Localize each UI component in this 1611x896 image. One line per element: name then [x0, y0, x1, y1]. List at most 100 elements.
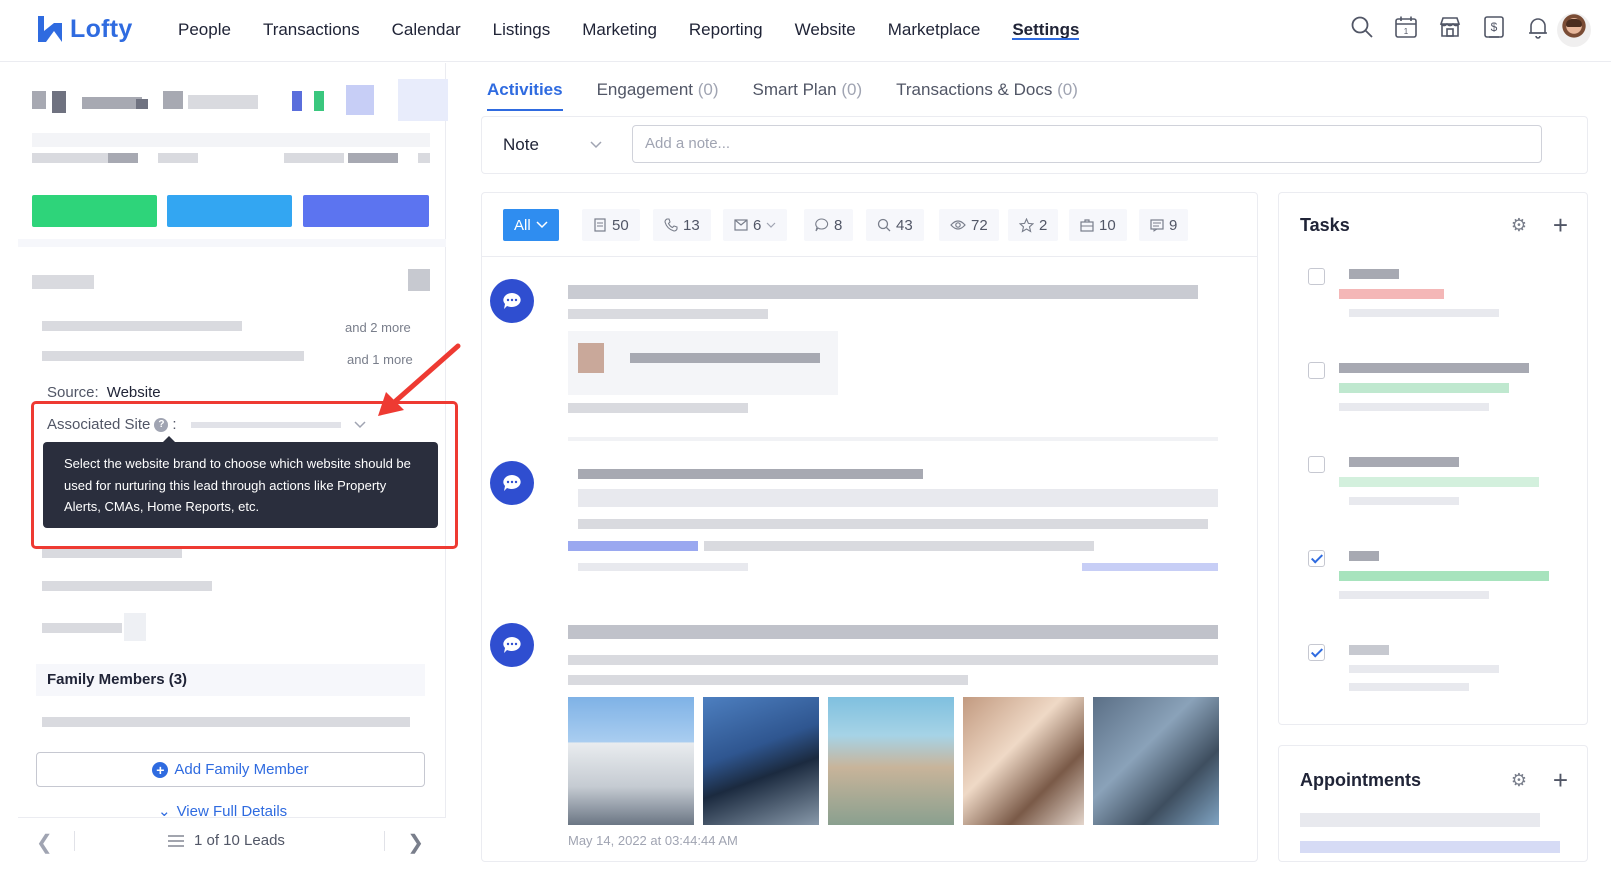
lead-pager-count[interactable]: 1 of 10 Leads	[168, 832, 285, 849]
chat-bubble-icon	[490, 623, 534, 667]
help-icon[interactable]: ?	[154, 417, 169, 432]
chevron-down-icon[interactable]	[353, 420, 367, 430]
message-icon	[1150, 218, 1164, 232]
nav-reporting[interactable]: Reporting	[673, 0, 779, 62]
redacted-text	[568, 655, 1218, 665]
redacted-text	[42, 623, 122, 633]
redacted-text	[1300, 813, 1540, 827]
nav-listings[interactable]: Listings	[477, 0, 567, 62]
redacted-icon[interactable]	[408, 269, 430, 291]
task-checkbox[interactable]	[1308, 362, 1325, 379]
listing-photo[interactable]	[1093, 697, 1219, 825]
redacted-text	[1349, 457, 1459, 467]
filter-searches[interactable]: 43	[866, 209, 924, 241]
listing-photo[interactable]	[963, 697, 1084, 825]
add-appointment-icon[interactable]: +	[1553, 767, 1568, 793]
redacted-text	[188, 95, 258, 109]
chevron-right-icon[interactable]: ❯	[407, 830, 424, 855]
filter-notes[interactable]: 50	[582, 209, 640, 241]
task-checkbox-checked[interactable]	[1308, 644, 1325, 661]
associated-site-sep: :	[172, 416, 177, 433]
redacted-icon	[292, 91, 302, 111]
eye-icon	[950, 220, 966, 230]
view-full-details-label: View Full Details	[176, 804, 288, 818]
filter-favorites[interactable]: 2	[1008, 209, 1059, 241]
nav-marketing[interactable]: Marketing	[566, 0, 673, 62]
lofty-logo[interactable]: Lofty	[36, 14, 133, 44]
redacted-text	[42, 717, 410, 727]
tab-smart-plan[interactable]: Smart Plan (0)	[736, 63, 880, 117]
note-type-select[interactable]: Note	[503, 135, 603, 155]
redacted-text	[42, 548, 182, 558]
nav-website[interactable]: Website	[779, 0, 872, 62]
redacted-text	[32, 91, 46, 109]
store-icon[interactable]	[1437, 14, 1463, 40]
more-link[interactable]: and 1 more	[347, 352, 413, 367]
gear-icon[interactable]: ⚙	[1511, 215, 1527, 236]
chat-bubble-icon	[490, 461, 534, 505]
listing-photo[interactable]	[703, 697, 819, 825]
tab-engagement[interactable]: Engagement (0)	[580, 63, 736, 117]
task-checkbox[interactable]	[1308, 456, 1325, 473]
gear-icon[interactable]: ⚙	[1511, 770, 1527, 791]
note-input[interactable]: Add a note...	[632, 125, 1542, 163]
redacted-link[interactable]	[1082, 563, 1218, 571]
activity-timestamp: May 14, 2022 at 03:44:44 AM	[568, 833, 738, 848]
redacted-text	[1349, 683, 1469, 691]
filter-transactions[interactable]: 10	[1069, 209, 1127, 241]
listing-photo[interactable]	[828, 697, 954, 825]
more-link[interactable]: and 2 more	[345, 320, 411, 335]
redacted-text	[568, 625, 1218, 639]
task-checkbox-checked[interactable]	[1308, 550, 1325, 567]
search-icon[interactable]	[1349, 14, 1375, 40]
listing-photo[interactable]	[568, 697, 694, 825]
nav-transactions[interactable]: Transactions	[247, 0, 376, 62]
tasks-title: Tasks	[1300, 215, 1350, 235]
redacted-text	[136, 99, 148, 109]
nav-people[interactable]: People	[162, 0, 247, 62]
redacted-text	[52, 91, 66, 113]
note-composer: Note Add a note...	[481, 116, 1588, 174]
star-icon	[1019, 217, 1034, 233]
filter-count: 50	[612, 216, 629, 234]
lead-tag[interactable]	[303, 195, 429, 227]
tab-transactions-docs[interactable]: Transactions & Docs (0)	[879, 63, 1095, 117]
lead-tag[interactable]	[167, 195, 292, 227]
dollar-icon[interactable]: $	[1481, 14, 1507, 40]
filter-messages[interactable]: 9	[1139, 209, 1189, 241]
chevron-left-icon[interactable]: ❮	[36, 830, 53, 855]
source-label: Source:	[47, 384, 99, 401]
redacted-link[interactable]	[568, 541, 698, 551]
add-task-icon[interactable]: +	[1553, 212, 1568, 238]
filter-count: 8	[834, 216, 843, 234]
nav-calendar[interactable]: Calendar	[376, 0, 477, 62]
phone-icon	[664, 218, 678, 232]
associated-site-row: Associated Site ? :	[47, 416, 367, 433]
nav-settings[interactable]: Settings	[996, 0, 1095, 62]
add-family-member-button[interactable]: + Add Family Member	[36, 752, 425, 787]
filter-texts[interactable]: 8	[804, 209, 854, 241]
redacted-text	[1339, 403, 1489, 411]
redacted-text	[1339, 363, 1529, 373]
filter-calls[interactable]: 13	[653, 209, 711, 241]
note-icon	[594, 218, 606, 232]
task-checkbox[interactable]	[1308, 268, 1325, 285]
nav-icon-group: 1 $	[1349, 14, 1551, 40]
filter-all[interactable]: All	[503, 209, 559, 241]
nav-marketplace[interactable]: Marketplace	[872, 0, 997, 62]
redacted-text	[1349, 665, 1499, 673]
view-full-details-link[interactable]: ⌄ View Full Details	[158, 804, 287, 818]
filter-emails[interactable]: 6	[723, 209, 788, 241]
user-avatar[interactable]	[1557, 13, 1591, 47]
bell-icon[interactable]	[1525, 14, 1551, 40]
associated-site-select[interactable]	[190, 421, 341, 428]
calendar-icon[interactable]: 1	[1393, 14, 1419, 40]
filter-views[interactable]: 72	[939, 209, 999, 241]
redacted-attachment[interactable]	[568, 331, 838, 395]
tab-activities[interactable]: Activities	[470, 63, 580, 117]
redacted-text	[42, 321, 242, 331]
note-type-label: Note	[503, 135, 539, 154]
briefcase-icon	[1080, 218, 1094, 232]
chat-icon	[815, 218, 829, 232]
lead-tag[interactable]	[32, 195, 157, 227]
